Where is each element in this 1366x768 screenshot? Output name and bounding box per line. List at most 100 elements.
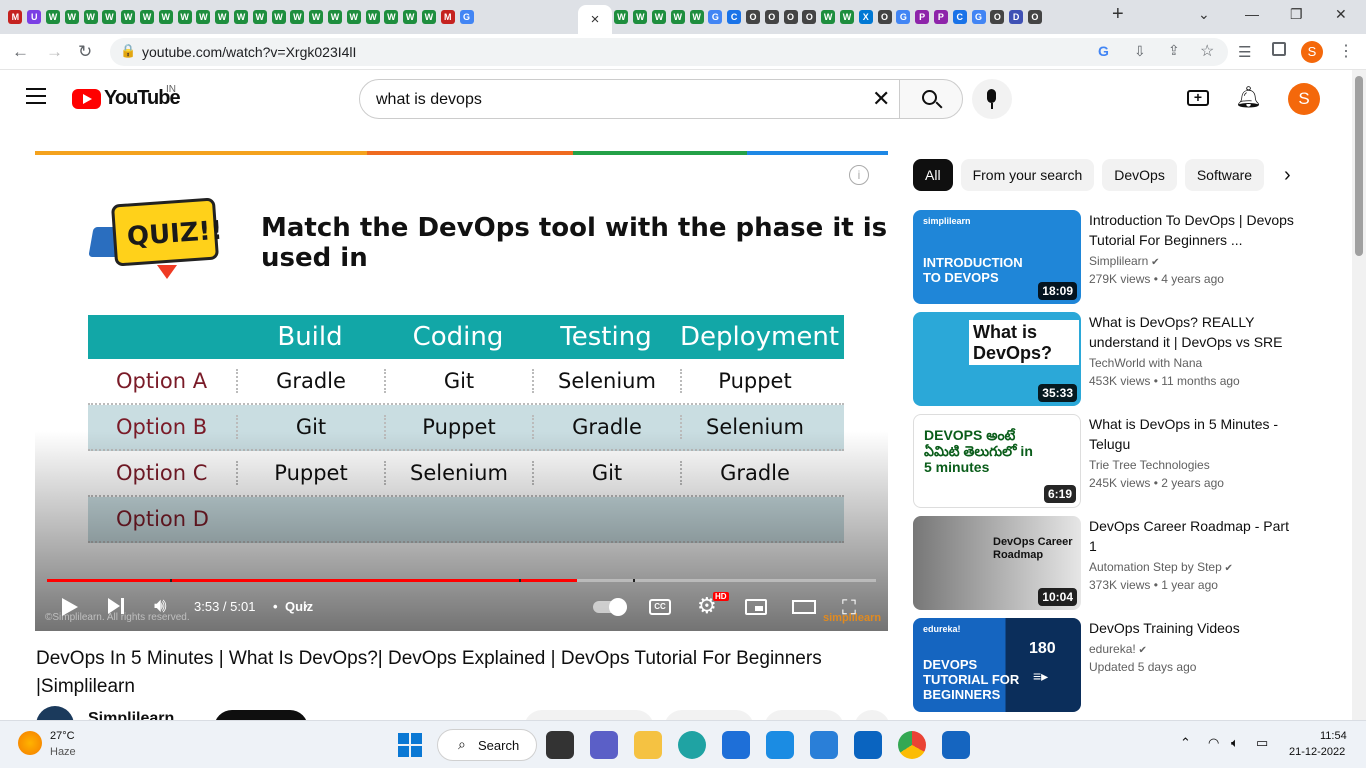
url-text[interactable]: youtube.com/watch?v=Xrgk023I4lI [142, 44, 356, 60]
recommendation-thumbnail[interactable]: DEVOPS TUTORIAL FOR BEGINNERS edureka! 180… [913, 618, 1081, 712]
browser-tab[interactable]: G [457, 5, 476, 29]
profile-avatar[interactable]: S [1301, 41, 1323, 63]
browser-tab[interactable]: M [438, 5, 457, 29]
user-avatar[interactable]: S [1288, 83, 1320, 115]
browser-tab[interactable]: W [307, 5, 326, 29]
edge-browser-icon[interactable] [678, 731, 706, 759]
browser-tab[interactable]: O [1026, 5, 1045, 29]
recommendation-title[interactable]: DevOps Career Roadmap - Part 1 [1089, 516, 1299, 556]
create-video-icon[interactable]: + [1187, 90, 1209, 106]
browser-tab[interactable]: U [25, 5, 44, 29]
recommendation-channel[interactable]: Trie Tree Technologies [1089, 458, 1210, 472]
play-icon[interactable] [62, 598, 78, 616]
search-box[interactable]: what is devops ✕ [359, 79, 900, 119]
voice-search-button[interactable] [972, 79, 1012, 119]
browser-tab[interactable]: W [363, 5, 382, 29]
captions-icon[interactable]: CC [649, 599, 671, 615]
browser-tab[interactable]: O [744, 5, 763, 29]
browser-tab[interactable]: M [6, 5, 25, 29]
recommendation-thumbnail[interactable]: INTRODUCTION TO DEVOPS simplilearn 18:09 [913, 210, 1081, 304]
autoplay-toggle[interactable] [593, 598, 627, 616]
browser-tab[interactable]: P [932, 5, 951, 29]
chapter-chevron-icon[interactable]: › [303, 597, 308, 614]
browser-tab[interactable]: W [631, 5, 650, 29]
browser-tab[interactable]: W [44, 5, 63, 29]
browser-tab[interactable]: O [875, 5, 894, 29]
channel-name[interactable]: edureka! [1089, 642, 1136, 656]
browser-tab[interactable]: G [894, 5, 913, 29]
browser-tab[interactable]: W [156, 5, 175, 29]
browser-tab[interactable]: W [401, 5, 420, 29]
browser-tab[interactable]: D [1007, 5, 1026, 29]
task-view-icon[interactable] [546, 731, 574, 759]
browser-tab[interactable]: O [800, 5, 819, 29]
weather-desc[interactable]: Haze [50, 746, 76, 758]
clock-time[interactable]: 11:54 [1320, 730, 1347, 742]
filter-chip[interactable]: From your search [960, 159, 1095, 191]
recommendation-item[interactable]: INTRODUCTION TO DEVOPS simplilearn 18:09 In… [913, 210, 1343, 304]
browser-tab[interactable]: W [288, 5, 307, 29]
back-icon[interactable]: ← [12, 42, 29, 62]
install-icon[interactable]: ⇩ [1134, 43, 1146, 60]
recommendation-channel[interactable]: Simplilearn ✔ [1089, 254, 1160, 268]
recommendation-item[interactable]: DEVOPS TUTORIAL FOR BEGINNERS edureka! 180… [913, 618, 1343, 712]
show-hidden-icons-chevron-icon[interactable]: ⌃ [1180, 735, 1191, 751]
channel-name[interactable]: Automation Step by Step [1089, 560, 1222, 574]
recommendation-item[interactable]: DEVOPS అంటే ఏమిటి తెలుగులో in 5 minutes 6… [913, 414, 1343, 508]
channel-name[interactable]: TechWorld with Nana [1089, 356, 1202, 370]
forward-icon[interactable]: → [46, 42, 63, 62]
chips-next-chevron-icon[interactable]: › [1284, 164, 1291, 187]
recommendation-thumbnail[interactable]: What is DevOps? 35:33 [913, 312, 1081, 406]
browser-tab[interactable]: O [781, 5, 800, 29]
browser-tab[interactable]: W [269, 5, 288, 29]
filter-chip[interactable]: DevOps [1102, 159, 1177, 191]
omnibox[interactable]: 🔒 youtube.com/watch?v=Xrgk023I4lI G ⇩ ⇪ … [110, 38, 1228, 66]
browser-tab[interactable]: W [62, 5, 81, 29]
browser-tab[interactable]: W [382, 5, 401, 29]
browser-tab[interactable]: W [100, 5, 119, 29]
weather-temp[interactable]: 27°C [50, 730, 75, 742]
recommendation-channel[interactable]: TechWorld with Nana [1089, 356, 1202, 370]
filter-chip[interactable]: Software [1184, 159, 1265, 191]
vscode-icon[interactable] [766, 731, 794, 759]
info-icon[interactable]: i [849, 165, 869, 185]
browser-tab[interactable]: P [913, 5, 932, 29]
menu-kebab-icon[interactable]: ⋮ [1338, 41, 1354, 61]
chapter-label[interactable]: Quiz [285, 599, 313, 614]
browser-tab[interactable]: C [725, 5, 744, 29]
theater-mode-icon[interactable] [792, 600, 816, 614]
search-input[interactable]: what is devops [376, 91, 482, 109]
page-scrollbar[interactable] [1352, 70, 1366, 720]
wifi-icon[interactable]: ◠ [1208, 735, 1219, 751]
browser-tab[interactable]: W [232, 5, 251, 29]
channel-name[interactable]: Trie Tree Technologies [1089, 458, 1210, 472]
close-tab-icon[interactable]: × [591, 11, 600, 28]
start-windows-icon[interactable] [398, 733, 422, 757]
new-tab-button[interactable]: + [1112, 3, 1124, 26]
photos-icon[interactable] [942, 731, 970, 759]
browser-tab[interactable]: W [420, 5, 439, 29]
recommendation-item[interactable]: What is DevOps? 35:33 What is DevOps? REAL… [913, 312, 1343, 406]
browser-tab[interactable]: G [706, 5, 725, 29]
browser-tab[interactable]: O [988, 5, 1007, 29]
browser-tab[interactable]: W [819, 5, 838, 29]
fullscreen-icon[interactable]: ⛶ [842, 597, 856, 620]
recommendation-thumbnail[interactable]: DevOps Career Roadmap 10:04 [913, 516, 1081, 610]
microsoft-store-icon[interactable] [722, 731, 750, 759]
browser-tab[interactable]: O [762, 5, 781, 29]
volume-icon[interactable]: 🔊︎ [154, 595, 167, 618]
hamburger-menu-icon[interactable] [26, 88, 46, 104]
browser-tab[interactable]: W [175, 5, 194, 29]
filter-chip[interactable]: All [913, 159, 953, 191]
progress-bar[interactable] [47, 579, 876, 582]
battery-icon[interactable]: ▭ [1256, 735, 1268, 751]
clear-search-icon[interactable]: ✕ [872, 86, 890, 112]
file-explorer-icon[interactable] [634, 731, 662, 759]
browser-tab[interactable]: W [687, 5, 706, 29]
search-button[interactable] [899, 79, 963, 119]
bookmark-star-icon[interactable]: ☆ [1200, 41, 1214, 61]
browser-tab[interactable]: W [668, 5, 687, 29]
reading-list-icon[interactable]: ☰ [1238, 43, 1251, 61]
browser-tab[interactable]: W [194, 5, 213, 29]
video-player[interactable]: i QUIZ!! Match the DevOps tool with the … [35, 151, 888, 631]
